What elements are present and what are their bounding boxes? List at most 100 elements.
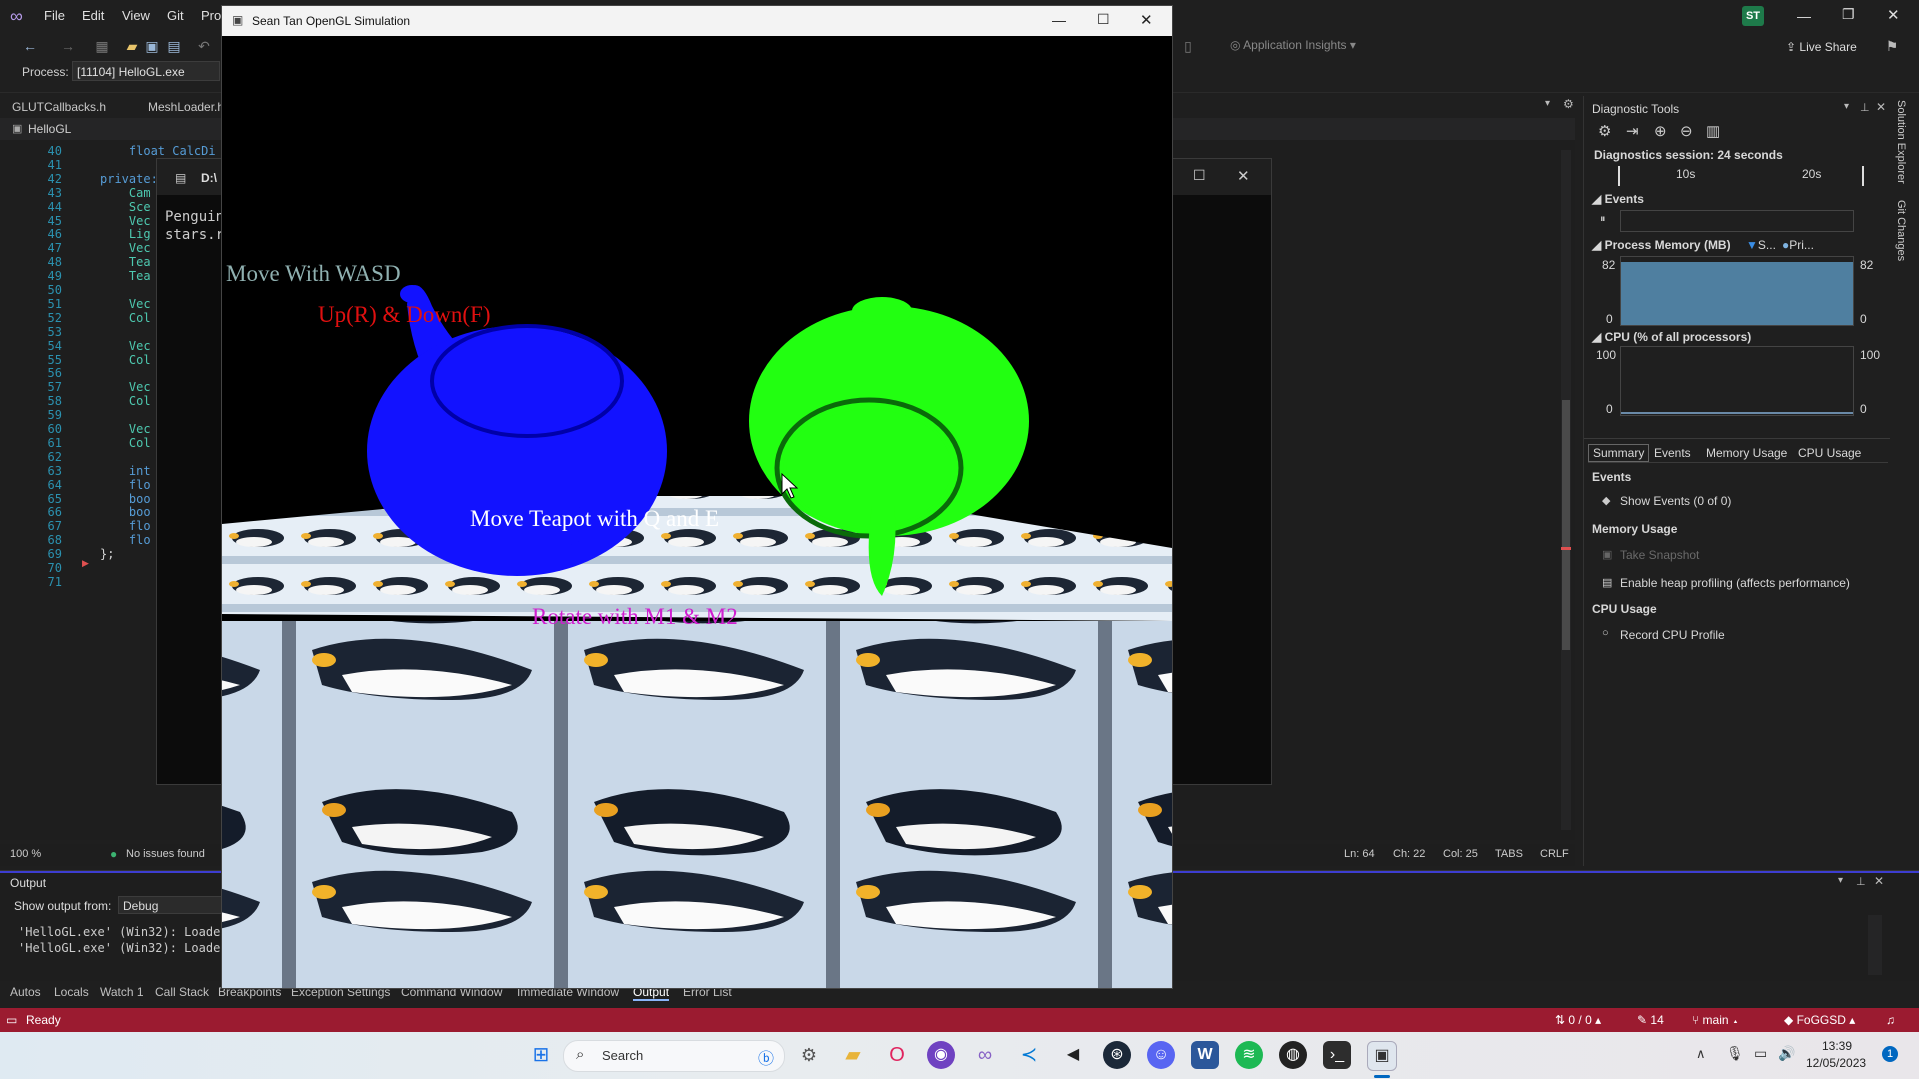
line-ending[interactable]: CRLF — [1540, 848, 1569, 860]
application-insights[interactable]: ◎ Application Insights ▾ — [1230, 38, 1356, 52]
output-source-select[interactable]: Debug — [118, 896, 228, 914]
tab-summary[interactable]: Summary — [1588, 444, 1650, 462]
output-scrollbar[interactable] — [1868, 915, 1882, 975]
clock-time[interactable]: 13:39 — [1822, 1039, 1852, 1053]
console-close-icon[interactable]: ✕ — [1237, 167, 1250, 185]
process-memory-header[interactable]: ◢ Process Memory (MB) — [1592, 238, 1731, 252]
zoom-in-icon[interactable]: ⊕ — [1654, 122, 1667, 140]
word-icon[interactable]: W — [1191, 1041, 1219, 1069]
output-dropdown-icon[interactable]: ▾ — [1838, 875, 1843, 886]
minimize-icon[interactable]: — — [1797, 8, 1813, 24]
vscode-icon[interactable]: ≺ — [1015, 1041, 1043, 1069]
cpu-header[interactable]: ◢ CPU (% of all processors) — [1592, 330, 1751, 344]
menu-view[interactable]: View — [122, 8, 150, 23]
opengl-titlebar[interactable]: ▣ Sean Tan OpenGL Simulation — ☐ ✕ — [222, 6, 1172, 36]
pending-edits-status[interactable]: ✎ 14 — [1637, 1013, 1664, 1027]
tab-dropdown-icon[interactable]: ▾ — [1545, 98, 1550, 109]
visual-studio-logo-icon[interactable]: ∞ — [10, 7, 30, 25]
zoom-level[interactable]: 100 % — [10, 848, 41, 860]
start-windows-icon[interactable]: ⊞ — [527, 1041, 555, 1069]
file-explorer-icon[interactable]: ▰ — [839, 1041, 867, 1069]
new-project-icon[interactable]: ▦ — [94, 38, 110, 54]
steam-icon[interactable]: ⊛ — [1103, 1041, 1131, 1069]
user-avatar[interactable]: ST — [1742, 6, 1764, 26]
reset-view-icon[interactable]: ▥ — [1706, 122, 1720, 140]
branch-status[interactable]: ⑂ main ▴ — [1692, 1013, 1739, 1027]
diag-pin-icon[interactable]: ⊥ — [1860, 101, 1870, 114]
indent-mode[interactable]: TABS — [1495, 848, 1523, 860]
opera-icon[interactable]: O — [883, 1041, 911, 1069]
save-all-icon[interactable]: ▤ — [166, 38, 182, 54]
opengl-window[interactable]: ▣ Sean Tan OpenGL Simulation — ☐ ✕ Move … — [221, 5, 1173, 989]
opengl-app-taskbar-icon[interactable]: ▣ — [1367, 1041, 1397, 1071]
close-icon[interactable]: ✕ — [1887, 6, 1903, 24]
microphone-icon[interactable]: 🎙 — [1726, 1045, 1744, 1062]
terminal-icon[interactable]: ›_ — [1323, 1041, 1351, 1069]
issues-status[interactable]: No issues found — [126, 848, 205, 860]
discord-icon[interactable]: ☺ — [1147, 1041, 1175, 1069]
output-close-icon[interactable]: ✕ — [1874, 874, 1884, 888]
git-changes-tab[interactable]: Git Changes — [1895, 200, 1907, 261]
nav-project-label[interactable]: HelloGL — [28, 122, 71, 136]
feedback-icon[interactable]: ⚑ — [1884, 38, 1900, 54]
cpu-graph[interactable] — [1620, 346, 1854, 416]
github-desktop-icon[interactable]: ◉ — [927, 1041, 955, 1069]
menu-edit[interactable]: Edit — [82, 8, 104, 23]
obs-icon[interactable]: ◍ — [1279, 1041, 1307, 1069]
tab-watch-1[interactable]: Watch 1 — [100, 985, 144, 999]
notifications-icon[interactable]: ♫ — [1886, 1013, 1895, 1027]
settings-app-icon[interactable]: ⚙ — [795, 1041, 823, 1069]
opengl-canvas[interactable]: Move With WASD Up(R) & Down(F) Move Teap… — [222, 36, 1172, 988]
bookmark-icon[interactable]: ▯ — [1180, 38, 1196, 54]
diag-close-icon[interactable]: ✕ — [1876, 100, 1886, 114]
record-cpu-button[interactable]: Record CPU Profile — [1620, 628, 1725, 642]
diag-export-icon[interactable]: ⇥ — [1626, 122, 1639, 140]
volume-icon[interactable]: 🔊 — [1778, 1045, 1795, 1062]
notification-badge[interactable]: 1 — [1882, 1046, 1898, 1062]
char-number[interactable]: Ch: 22 — [1393, 848, 1425, 860]
back-icon[interactable]: ← — [22, 38, 38, 54]
output-pin-icon[interactable]: ⊥ — [1856, 875, 1866, 888]
taskbar-search[interactable]: ⌕ Search ⓑ — [563, 1040, 785, 1072]
opengl-close-icon[interactable]: ✕ — [1140, 11, 1153, 29]
opengl-maximize-icon[interactable]: ☐ — [1097, 11, 1110, 28]
visual-studio-icon[interactable]: ∞ — [971, 1041, 999, 1069]
opengl-minimize-icon[interactable]: — — [1052, 12, 1066, 28]
editor-vertical-scrollbar[interactable] — [1561, 150, 1571, 830]
timeline-ruler[interactable]: 10s 20s — [1618, 166, 1864, 186]
open-folder-icon[interactable]: ▰ — [124, 38, 140, 54]
clock-date[interactable]: 12/05/2023 — [1806, 1056, 1866, 1070]
tab-call-stack[interactable]: Call Stack — [155, 985, 209, 999]
tab-locals[interactable]: Locals — [54, 985, 89, 999]
events-pause-icon[interactable]: ⏸ — [1600, 213, 1606, 226]
forward-icon[interactable]: → — [60, 38, 76, 54]
console-maximize-icon[interactable]: ☐ — [1193, 167, 1206, 184]
tab-meshloader[interactable]: MeshLoader.h — [148, 100, 224, 114]
diag-settings-icon[interactable]: ⚙ — [1598, 122, 1611, 140]
tab-memory-usage[interactable]: Memory Usage — [1706, 446, 1787, 460]
git-changes-status[interactable]: ⇅ 0 / 0 ▴ — [1555, 1013, 1601, 1027]
breakpoint-indicator[interactable]: ▶ — [82, 558, 89, 569]
tray-overflow-icon[interactable]: ∧ — [1696, 1046, 1706, 1062]
diag-dropdown-icon[interactable]: ▾ — [1844, 101, 1849, 112]
save-icon[interactable]: ▣ — [144, 38, 160, 54]
tab-glutcallbacks[interactable]: GLUTCallbacks.h — [12, 100, 106, 114]
line-number[interactable]: Ln: 64 — [1344, 848, 1375, 860]
menu-git[interactable]: Git — [167, 8, 184, 23]
repo-status[interactable]: ◆ FoGGSD ▴ — [1784, 1013, 1855, 1027]
show-events-link[interactable]: Show Events (0 of 0) — [1620, 494, 1731, 508]
take-snapshot-button[interactable]: Take Snapshot — [1620, 548, 1699, 562]
zoom-out-icon[interactable]: ⊖ — [1680, 122, 1693, 140]
tab-events[interactable]: Events — [1654, 446, 1691, 460]
column-number[interactable]: Col: 25 — [1443, 848, 1478, 860]
network-icon[interactable]: ▭ — [1754, 1045, 1767, 1062]
menu-project[interactable]: Pro — [201, 8, 221, 23]
heap-profiling-toggle[interactable]: Enable heap profiling (affects performan… — [1620, 576, 1850, 590]
process-selector[interactable]: [11104] HelloGL.exe — [72, 61, 220, 81]
memory-graph[interactable] — [1620, 256, 1854, 326]
menu-file[interactable]: File — [44, 8, 65, 23]
spotify-icon[interactable]: ≋ — [1235, 1041, 1263, 1069]
live-share-button[interactable]: ⇪ Live Share — [1786, 40, 1857, 54]
undo-icon[interactable]: ↶ — [196, 38, 212, 54]
tab-cpu-usage[interactable]: CPU Usage — [1798, 446, 1861, 460]
